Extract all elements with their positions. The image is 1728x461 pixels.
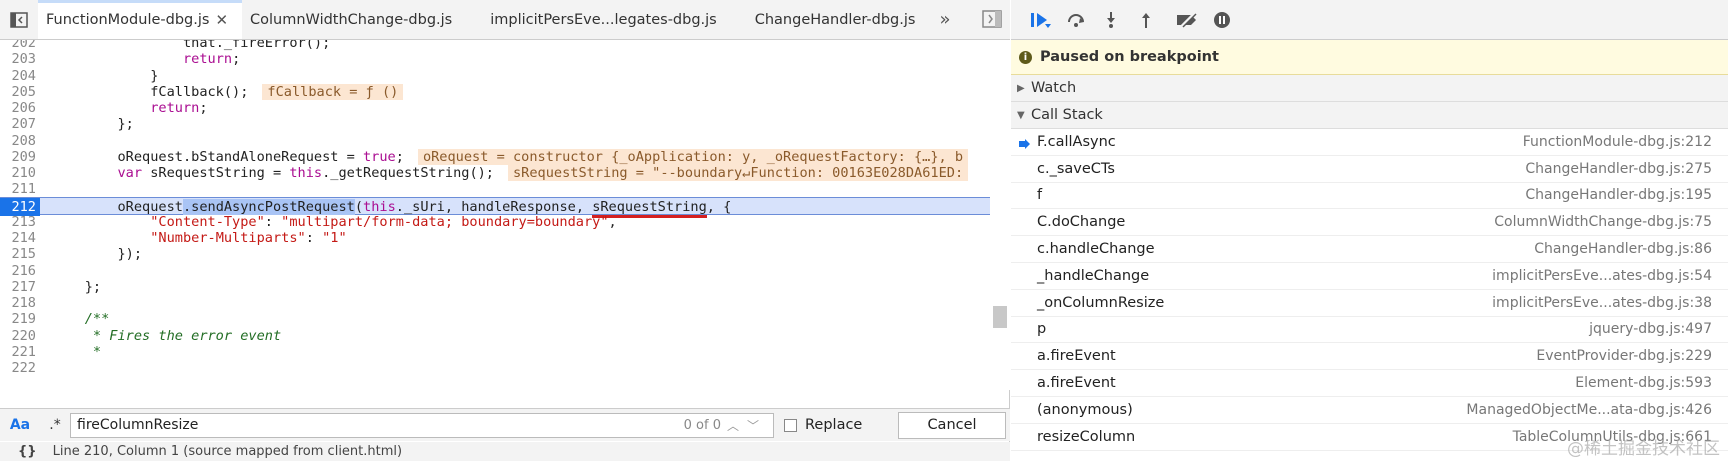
frame-function-name: _handleChange: [1037, 267, 1150, 284]
editor-tab-bar: FunctionModule-dbg.js ✕ ColumnWidthChang…: [0, 0, 1010, 40]
frame-location-link[interactable]: ManagedObjectMe...ata-dbg.js:426: [1466, 402, 1712, 418]
current-frame-arrow-icon: [1019, 137, 1030, 149]
info-icon: i: [1019, 50, 1032, 64]
close-icon[interactable]: ✕: [215, 11, 228, 29]
frame-function-name: a.fireEvent: [1037, 375, 1116, 392]
tab-changehandler[interactable]: ChangeHandler-dbg.js: [747, 0, 930, 39]
call-frame[interactable]: _onColumnResize implicitPersEve...ates-db…: [1011, 290, 1728, 317]
call-frame[interactable]: p jquery-dbg.js:497: [1011, 317, 1728, 344]
pause-on-exceptions-button[interactable]: [1204, 0, 1239, 40]
call-frame[interactable]: C.doChange ColumnWidthChange-dbg.js:75: [1011, 209, 1728, 237]
call-frame[interactable]: f ChangeHandler-dbg.js:195: [1011, 183, 1728, 210]
call-frame[interactable]: (anonymous) ManagedObjectMe...ata-dbg.js:…: [1011, 397, 1728, 424]
deactivate-breakpoints-button[interactable]: [1169, 0, 1204, 40]
frame-location-link[interactable]: implicitPersEve...ates-dbg.js:54: [1492, 268, 1712, 284]
tab-label: implicitPersEve...legates-dbg.js: [490, 11, 717, 28]
replace-checkbox[interactable]: [784, 418, 797, 432]
regex-button[interactable]: .*: [40, 417, 70, 433]
paused-banner: i Paused on breakpoint: [1011, 40, 1728, 75]
paused-label: Paused on breakpoint: [1040, 49, 1219, 65]
frame-function-name: a.fireEvent: [1037, 348, 1116, 365]
tab-columnwidthchange[interactable]: ColumnWidthChange-dbg.js: [242, 0, 466, 39]
resume-icon: [1030, 12, 1051, 28]
frame-location-link[interactable]: jquery-dbg.js:497: [1589, 321, 1712, 337]
search-input[interactable]: fireColumnResize 0 of 0 ︿﹀: [70, 412, 774, 438]
pretty-print-button[interactable]: {}: [18, 444, 37, 459]
frame-function-name: f: [1037, 187, 1043, 204]
expand-triangle-icon: ▶: [1017, 82, 1025, 94]
frame-location-link[interactable]: EventProvider-dbg.js:229: [1536, 348, 1712, 364]
line-number[interactable]: 222: [0, 359, 36, 377]
code-line[interactable]: 222: [0, 359, 990, 377]
tab-label: ColumnWidthChange-dbg.js: [250, 11, 453, 28]
watch-section-header[interactable]: ▶ Watch: [1011, 75, 1728, 102]
step-into-button[interactable]: [1093, 0, 1128, 40]
step-over-icon: [1067, 13, 1084, 27]
match-case-button[interactable]: Aa: [0, 417, 40, 433]
replace-toggle[interactable]: Replace: [784, 417, 862, 433]
match-count: 0 of 0: [683, 417, 721, 433]
call-frame[interactable]: F.callAsync FunctionModule-dbg.js:212: [1011, 129, 1728, 156]
more-tabs-icon[interactable]: »: [929, 0, 960, 39]
cancel-button[interactable]: Cancel: [898, 411, 1006, 439]
watch-label: Watch: [1031, 80, 1077, 96]
frame-function-name: c.handleChange: [1037, 241, 1155, 258]
pause-exceptions-icon: [1213, 11, 1230, 28]
tab-label: FunctionModule-dbg.js: [46, 11, 210, 28]
vertical-scrollbar-thumb[interactable]: [993, 306, 1007, 328]
search-bar: Aa .* fireColumnResize 0 of 0 ︿﹀ Replace…: [0, 408, 1010, 441]
watermark: @稀土掘金技术社区: [1567, 439, 1720, 459]
collapse-triangle-icon: ▼: [1017, 109, 1025, 121]
call-frame[interactable]: c._saveCTs ChangeHandler-dbg.js:275: [1011, 156, 1728, 183]
frame-function-name: c._saveCTs: [1037, 160, 1115, 177]
call-stack-list: F.callAsync FunctionModule-dbg.js:212 c._s…: [1011, 129, 1728, 451]
frame-location-link[interactable]: ChangeHandler-dbg.js:195: [1525, 187, 1712, 203]
search-nav-arrows[interactable]: ︿﹀: [727, 417, 767, 434]
sidebar-right-icon: [982, 10, 1002, 28]
frame-function-name: (anonymous): [1037, 401, 1133, 418]
frame-function-name: p: [1037, 321, 1047, 338]
frame-location-link[interactable]: FunctionModule-dbg.js:212: [1523, 134, 1712, 150]
callstack-label: Call Stack: [1031, 107, 1103, 123]
search-input-value: fireColumnResize: [77, 417, 199, 433]
deactivate-breakpoints-icon: [1176, 11, 1197, 28]
tab-implicitperseve[interactable]: implicitPersEve...legates-dbg.js: [482, 0, 731, 39]
step-into-icon: [1106, 11, 1115, 28]
frame-function-name: _onColumnResize: [1037, 294, 1165, 311]
frame-function-name: F.callAsync: [1037, 133, 1116, 150]
replace-label: Replace: [805, 417, 863, 433]
tab-label: ChangeHandler-dbg.js: [754, 11, 916, 28]
frame-location-link[interactable]: Element-dbg.js:593: [1575, 375, 1712, 391]
sources-panel: FunctionModule-dbg.js ✕ ColumnWidthChang…: [0, 0, 1010, 461]
frame-location-link[interactable]: ChangeHandler-dbg.js:86: [1534, 241, 1712, 257]
cursor-position-text: Line 210, Column 1 (source mapped from c…: [52, 444, 403, 459]
code-editor[interactable]: ◀ ▶ 202 that._fireError();203 return;204…: [0, 40, 1010, 390]
editor-status-bar: {} Line 210, Column 1 (source mapped fro…: [0, 442, 1010, 461]
call-frame[interactable]: a.fireEvent Element-dbg.js:593: [1011, 370, 1728, 397]
call-frame[interactable]: a.fireEvent EventProvider-dbg.js:229: [1011, 343, 1728, 371]
resume-button[interactable]: [1023, 0, 1058, 40]
toggle-navigator-button[interactable]: [0, 0, 38, 39]
call-frame[interactable]: _handleChange implicitPersEve...ates-dbg.…: [1011, 263, 1728, 290]
callstack-section-header[interactable]: ▼ Call Stack: [1011, 102, 1728, 129]
frame-location-link[interactable]: ChangeHandler-dbg.js:275: [1525, 161, 1712, 177]
frame-function-name: C.doChange: [1037, 214, 1126, 231]
frame-location-link[interactable]: ColumnWidthChange-dbg.js:75: [1494, 214, 1712, 230]
step-over-button[interactable]: [1058, 0, 1093, 40]
step-out-button[interactable]: [1128, 0, 1163, 40]
step-out-icon: [1141, 12, 1150, 28]
call-frame[interactable]: c.handleChange ChangeHandler-dbg.js:86: [1011, 236, 1728, 263]
frame-location-link[interactable]: implicitPersEve...ates-dbg.js:38: [1492, 295, 1712, 311]
debugger-toolbar: [1011, 0, 1728, 40]
sidebar-scrollbar[interactable]: [1712, 76, 1728, 461]
tab-functionmodule[interactable]: FunctionModule-dbg.js ✕: [38, 0, 243, 39]
debugger-sidebar: i Paused on breakpoint ▶ Watch ▼ Call St…: [1011, 0, 1728, 461]
frame-function-name: resizeColumn: [1037, 428, 1136, 445]
toggle-debugger-button[interactable]: [982, 10, 1002, 30]
sidebar-toggle-icon: [10, 11, 28, 28]
